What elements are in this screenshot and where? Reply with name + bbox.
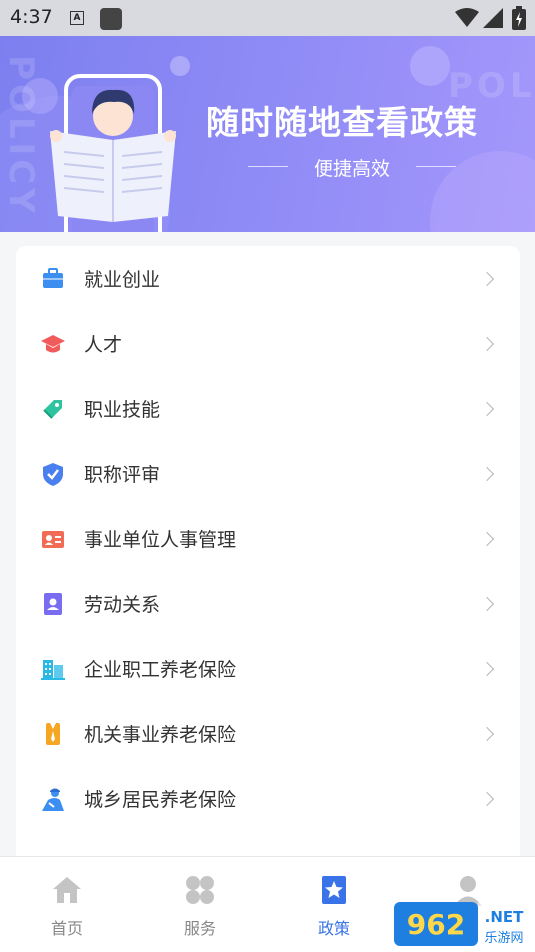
tab-label: 首页 [50, 919, 83, 938]
policy-category-list: 就业创业 人才 职业技能 职称评审 事业单位人事管理 劳动关系 企业职工养老保险… [16, 246, 520, 866]
chevron-right-icon [479, 791, 495, 806]
shield-check-icon [43, 462, 63, 486]
tab-home[interactable]: 首页 [17, 857, 117, 952]
graduation-cap-icon [41, 334, 65, 352]
home-icon [53, 877, 81, 903]
app-notification-icon [100, 8, 122, 30]
tab-label: 政策 [317, 919, 350, 938]
list-item-label: 职业技能 [84, 399, 161, 421]
list-item-label: 职称评审 [84, 464, 161, 486]
contact-book-icon [44, 592, 62, 615]
list-item-vocational-skills[interactable]: 职业技能 [16, 376, 520, 441]
list-item-government-pension[interactable]: 机关事业养老保险 [16, 701, 520, 766]
status-time: 4:37 [10, 6, 53, 28]
chevron-right-icon [479, 401, 495, 416]
chevron-right-icon [479, 466, 495, 481]
a-notification-icon: A [70, 11, 84, 25]
policy-banner: POLICY POLICY 随时随地查看政策 便捷高效 [0, 36, 535, 232]
banner-watermark-left: POLICY [0, 55, 41, 217]
list-item-talent[interactable]: 人才 [16, 311, 520, 376]
chevron-right-icon [479, 336, 495, 351]
battery-icon [512, 6, 526, 30]
list-item-employment[interactable]: 就业创业 [16, 246, 520, 311]
list-item-label: 就业创业 [84, 269, 161, 291]
list-item-label: 企业职工养老保险 [84, 659, 237, 681]
id-card-icon [42, 530, 64, 548]
list-item-label: 机关事业养老保险 [84, 724, 237, 746]
chevron-right-icon [479, 726, 495, 741]
watermark-sub-text: 乐游网 [484, 931, 523, 946]
banner-subtitle: 便捷高效 [248, 154, 456, 181]
list-item-label: 事业单位人事管理 [84, 529, 237, 551]
watermark-main-text: 962 [407, 908, 465, 941]
briefcase-icon [43, 267, 63, 288]
chevron-right-icon [479, 271, 495, 286]
list-item-label: 劳动关系 [84, 594, 161, 616]
grid-icon [186, 876, 214, 904]
building-icon [41, 659, 65, 680]
list-item-resident-pension[interactable]: 城乡居民养老保险 [16, 766, 520, 831]
worker-icon [42, 788, 64, 811]
chevron-right-icon [479, 531, 495, 546]
tag-icon [43, 399, 62, 419]
list-item-enterprise-pension[interactable]: 企业职工养老保险 [16, 636, 520, 701]
tab-policy[interactable]: 政策 [284, 857, 384, 952]
status-bar: 4:37 A [0, 0, 535, 36]
watermark-suffix-text: .NET [485, 908, 524, 926]
tab-services[interactable]: 服务 [150, 857, 250, 952]
tab-label: 服务 [183, 919, 216, 938]
list-item-labor-relations[interactable]: 劳动关系 [16, 571, 520, 636]
chevron-right-icon [479, 661, 495, 676]
badge-icon [46, 722, 60, 745]
list-item-label: 城乡居民养老保险 [84, 789, 237, 811]
watermark-logo: 962 .NET 乐游网 [394, 902, 532, 946]
list-item-title-evaluation[interactable]: 职称评审 [16, 441, 520, 506]
policy-star-icon [322, 876, 346, 904]
signal-icon [483, 8, 503, 28]
wifi-icon [455, 8, 479, 27]
list-item-public-institution-hr[interactable]: 事业单位人事管理 [16, 506, 520, 571]
list-item-label: 人才 [84, 334, 123, 356]
chevron-right-icon [479, 596, 495, 611]
banner-title: 随时随地查看政策 [206, 103, 478, 142]
